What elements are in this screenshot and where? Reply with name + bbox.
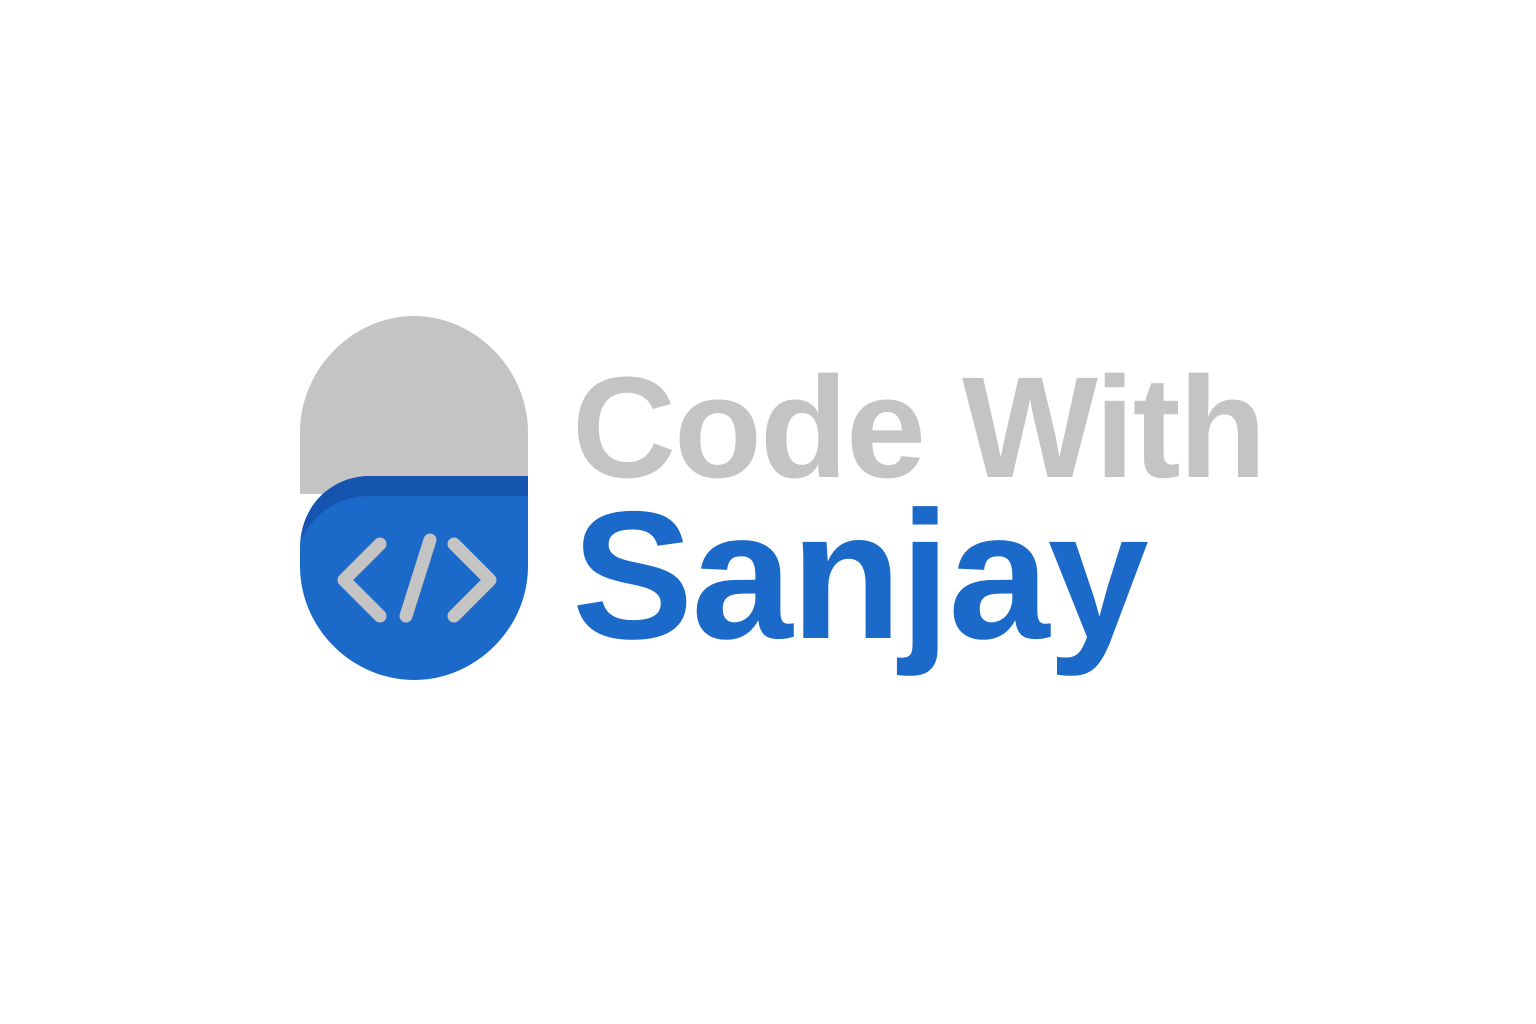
brand-line-2: Sanjay [572, 473, 1149, 677]
logo-badge-svg [300, 316, 528, 680]
brand-wordmark: Code With Sanjay [572, 356, 1292, 696]
logo-canvas: Code With Sanjay [0, 0, 1536, 1024]
badge-top-gray [300, 316, 528, 494]
logo-mark [298, 314, 530, 682]
